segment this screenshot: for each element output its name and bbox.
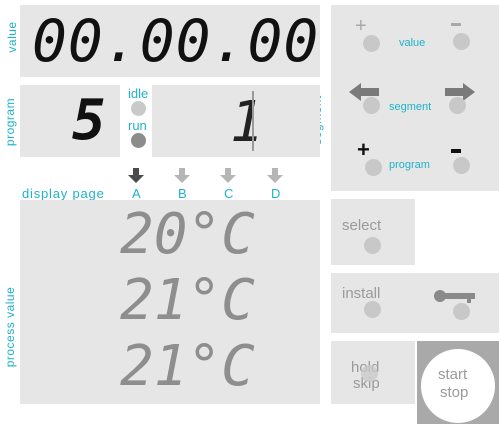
segment-display: 1: [230, 90, 264, 155]
arrow-down-icon: [267, 168, 283, 183]
segment-display-panel: 1: [152, 85, 320, 157]
program-minus-dot: [453, 157, 470, 174]
value-minus-dot: [453, 33, 470, 50]
idle-indicator: [131, 101, 146, 116]
select-label: select: [342, 217, 382, 234]
page-a-arrow[interactable]: [128, 168, 144, 184]
arrow-down-icon: [128, 168, 144, 183]
run-indicator: [131, 133, 146, 148]
value-side-label: value: [5, 21, 19, 53]
page-b-label: B: [178, 186, 187, 201]
value-plus-button[interactable]: +: [353, 15, 383, 53]
install-dot: [364, 301, 381, 318]
segment-divider: [252, 91, 254, 151]
minus-icon: [451, 149, 461, 153]
value-display-panel: 00.00.00: [20, 5, 320, 77]
value-display: 00.00.00: [32, 7, 320, 75]
hold-skip-dot: [361, 365, 378, 382]
page-b-arrow[interactable]: [174, 168, 190, 184]
control-keypad-panel: + value segment + program: [331, 5, 499, 191]
idle-label: idle: [128, 86, 149, 101]
process-value-3: 21°C: [120, 334, 255, 399]
program-side-label: program: [3, 97, 17, 147]
program-plus-dot: [365, 159, 382, 176]
value-control-label: value: [399, 37, 426, 49]
minus-icon: [451, 23, 461, 26]
program-plus-button[interactable]: +: [355, 137, 385, 177]
install-button[interactable]: install: [331, 273, 415, 333]
install-panel: install: [331, 273, 499, 333]
stop-label: stop: [440, 384, 469, 401]
program-control-label: program: [389, 159, 430, 171]
process-value-side-label: process value: [3, 286, 17, 368]
page-a-label: A: [132, 186, 141, 201]
plus-icon: +: [357, 137, 370, 162]
select-button[interactable]: select: [331, 199, 415, 265]
key-icon: [434, 290, 475, 303]
arrow-down-icon: [220, 168, 236, 183]
program-minus-button[interactable]: [447, 143, 477, 177]
value-plus-dot: [363, 35, 380, 52]
page-c-arrow[interactable]: [220, 168, 236, 184]
segment-right-dot: [449, 97, 466, 114]
value-minus-button[interactable]: [447, 19, 477, 53]
key-dot: [453, 303, 470, 320]
install-label: install: [342, 285, 381, 302]
process-value-1: 20°C: [120, 202, 255, 267]
start-label: start: [438, 366, 468, 383]
hold-skip-button[interactable]: hold skip: [331, 341, 415, 404]
select-dot: [364, 237, 381, 254]
key-button[interactable]: [429, 281, 489, 325]
program-display: 5: [72, 88, 106, 153]
segment-left-dot: [363, 97, 380, 114]
process-value-2: 21°C: [120, 268, 255, 333]
segment-right-button[interactable]: [441, 83, 477, 117]
segment-control-label: segment: [389, 101, 432, 113]
plus-icon: +: [355, 15, 367, 37]
segment-left-button[interactable]: [349, 83, 385, 117]
page-d-arrow[interactable]: [267, 168, 283, 184]
page-c-label: C: [224, 186, 234, 201]
program-display-panel: 5: [20, 85, 120, 157]
start-stop-panel: start stop: [417, 341, 499, 424]
process-value-panel: 20°C 21°C 21°C: [20, 200, 320, 404]
run-label: run: [128, 118, 147, 133]
arrow-down-icon: [174, 168, 190, 183]
page-d-label: D: [271, 186, 281, 201]
start-stop-button[interactable]: start stop: [421, 349, 495, 423]
display-page-label: display page: [22, 186, 105, 201]
